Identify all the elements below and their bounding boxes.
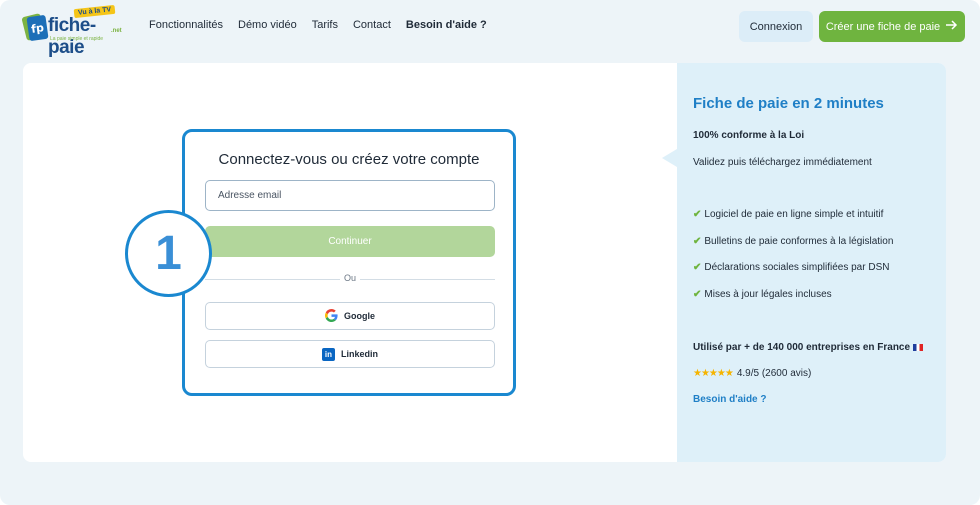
used-by-text: Utilisé par + de 140 000 entreprises en …	[693, 342, 924, 353]
feature-item: ✔ Mises à jour légales incluses	[693, 289, 893, 316]
feature-item: ✔ Déclarations sociales simplifiées par D…	[693, 262, 893, 289]
france-flag-icon	[913, 343, 924, 351]
nav-item-contact[interactable]: Contact	[353, 19, 391, 31]
google-button[interactable]: Google	[205, 302, 495, 330]
login-button[interactable]: Connexion	[739, 11, 813, 42]
google-label: Google	[344, 311, 375, 321]
side-panel: Fiche de paie en 2 minutes 100% conforme…	[677, 63, 946, 462]
check-icon: ✔	[693, 235, 702, 247]
used-by-label: Utilisé par + de 140 000 entreprises en …	[693, 342, 911, 353]
side-validate-text: Validez puis téléchargez immédiatement	[693, 157, 872, 168]
check-icon: ✔	[693, 209, 702, 220]
check-icon: ✔	[693, 262, 702, 273]
email-input[interactable]: Adresse email	[205, 180, 495, 211]
side-help-link[interactable]: Besoin d'aide ?	[693, 394, 767, 405]
side-title: Fiche de paie en 2 minutes	[693, 95, 884, 112]
nav-item-tarifs[interactable]: Tarifs	[312, 19, 338, 31]
rating-value: 4.9/5 (2600 avis)	[736, 368, 812, 379]
side-conformity: 100% conforme à la Loi	[693, 130, 805, 141]
create-payslip-button[interactable]: Créer une fiche de paie	[819, 11, 965, 42]
logo-tld: .net	[111, 28, 122, 34]
or-label: Ou	[340, 273, 361, 283]
feature-item: ✔ Logiciel de paie en ligne simple et int…	[693, 209, 893, 236]
rating: ★★★★★ 4.9/5 (2600 avis)	[693, 368, 811, 379]
linkedin-label: Linkedin	[340, 349, 378, 359]
step-number-badge: 1	[125, 210, 212, 297]
main-nav: Fonctionnalités Démo vidéo Tarifs Contac…	[149, 19, 487, 31]
star-rating-icon: ★★★★★	[693, 368, 734, 379]
feature-list: ✔ Logiciel de paie en ligne simple et int…	[693, 209, 893, 315]
arrow-right-icon	[946, 20, 958, 33]
feature-label: Logiciel de paie en ligne simple et intu…	[704, 209, 884, 220]
email-placeholder: Adresse email	[218, 190, 282, 201]
nav-item-help[interactable]: Besoin d'aide ?	[406, 19, 487, 31]
feature-label: Déclarations sociales simplifiées par DS…	[704, 262, 890, 273]
linkedin-button[interactable]: in Linkedin	[205, 340, 495, 368]
logo[interactable]: fp fiche-paie .net La paie simple et rap…	[20, 4, 122, 58]
feature-label: Mises à jour légales incluses	[704, 288, 832, 300]
nav-item-fonctionnalites[interactable]: Fonctionnalités	[149, 19, 223, 31]
create-payslip-label: Créer une fiche de paie	[825, 20, 941, 33]
side-panel-pointer	[662, 149, 677, 167]
login-box: Connectez-vous ou créez votre compte Adr…	[182, 129, 516, 396]
continue-button[interactable]: Continuer	[205, 226, 495, 257]
logo-tagline: La paie simple et rapide	[50, 36, 104, 42]
feature-label: Bulletins de paie conformes à la législa…	[704, 235, 894, 247]
login-button-label: Connexion	[749, 20, 803, 33]
logo-fp-icon: fp	[26, 14, 49, 42]
check-icon: ✔	[693, 288, 702, 300]
continue-label: Continuer	[328, 236, 372, 247]
login-heading: Connectez-vous ou créez votre compte	[218, 151, 480, 168]
google-icon	[325, 308, 338, 324]
linkedin-icon: in	[321, 347, 335, 361]
nav-item-demo-video[interactable]: Démo vidéo	[238, 19, 297, 31]
feature-item: ✔ Bulletins de paie conformes à la législ…	[693, 236, 893, 263]
header: fp fiche-paie .net La paie simple et rap…	[0, 0, 980, 58]
